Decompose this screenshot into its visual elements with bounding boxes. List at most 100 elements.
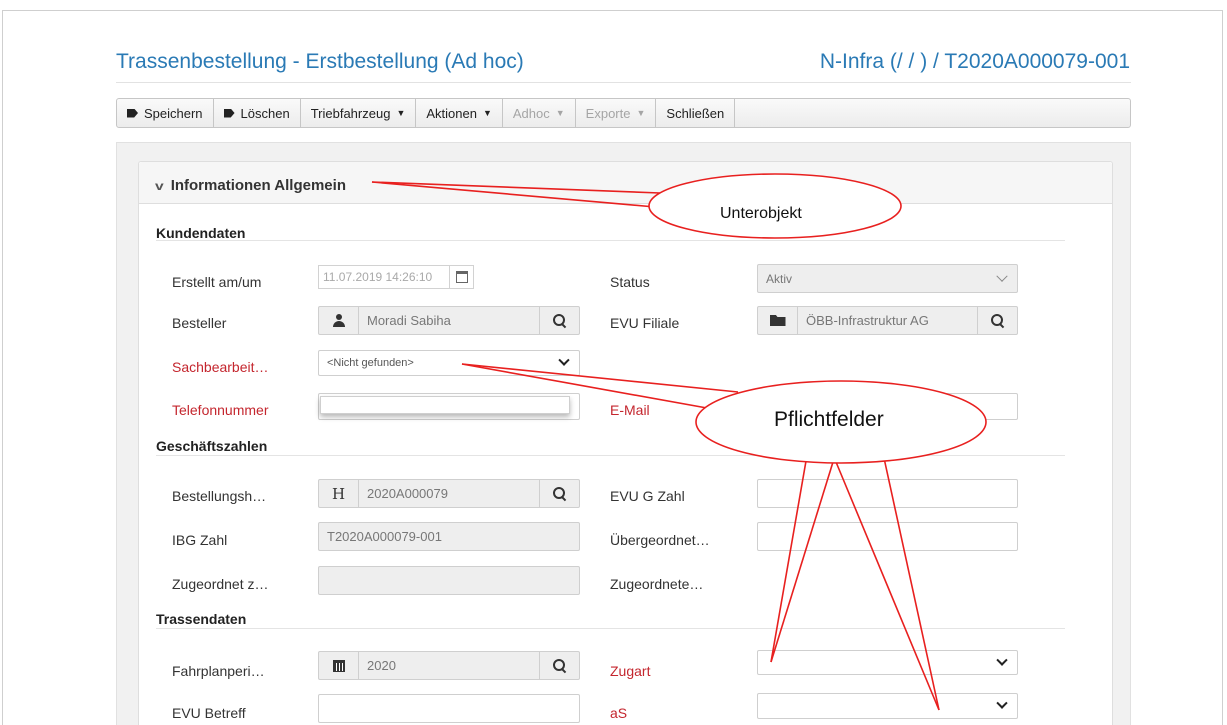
label-timetable-period: Fahrplanperi… bbox=[172, 663, 265, 679]
delete-button[interactable]: Löschen bbox=[214, 99, 301, 127]
label-evu-subject: EVU Betreff bbox=[172, 705, 246, 721]
locomotive-menu-label: Triebfahrzeug bbox=[310, 105, 391, 121]
folder-icon bbox=[769, 315, 786, 326]
subobject-callout-text: Unterobjekt bbox=[720, 205, 802, 222]
save-button[interactable]: Speichern bbox=[117, 99, 214, 127]
group-title-path: Trassendaten bbox=[156, 611, 247, 627]
group-divider bbox=[156, 455, 1065, 456]
status-select[interactable]: Aktiv bbox=[757, 264, 1018, 293]
caret-down-icon: ▼ bbox=[636, 108, 646, 118]
orderer-value: Moradi Sabiha bbox=[367, 313, 451, 328]
person-addon bbox=[319, 307, 359, 334]
as-select[interactable] bbox=[757, 693, 1018, 719]
exports-menu-label: Exporte bbox=[585, 105, 631, 121]
order-number-value: 2020A000079 bbox=[367, 486, 448, 501]
section-toggle[interactable]: v Informationen Allgemein bbox=[154, 177, 346, 194]
title-divider bbox=[116, 82, 1131, 83]
status-value: Aktiv bbox=[766, 271, 793, 286]
order-prefix-addon: H bbox=[319, 480, 359, 507]
dropdown-toggle bbox=[987, 651, 1017, 674]
required-fields-callout-text: Pflichtfelder bbox=[774, 408, 884, 431]
evu-g-number-input[interactable] bbox=[757, 479, 1018, 508]
locomotive-menu[interactable]: Triebfahrzeug ▼ bbox=[301, 99, 417, 127]
actions-menu[interactable]: Aktionen ▼ bbox=[416, 99, 503, 127]
group-divider bbox=[156, 240, 1065, 241]
dropdown-toggle bbox=[987, 265, 1017, 292]
label-assigned-to: Zugeordnet z… bbox=[172, 576, 269, 592]
assigned-to-field bbox=[318, 566, 580, 595]
dropdown-toggle bbox=[987, 694, 1017, 718]
train-type-select[interactable] bbox=[757, 650, 1018, 675]
adhoc-menu[interactable]: Adhoc ▼ bbox=[503, 99, 576, 127]
general-info-panel bbox=[138, 161, 1113, 725]
created-date-value: 11.07.2019 14:26:10 bbox=[323, 270, 433, 284]
chevron-down-icon bbox=[996, 270, 1008, 282]
calendar-icon bbox=[455, 271, 468, 283]
label-as: aS bbox=[610, 705, 628, 721]
timetable-period-field[interactable]: 2020 bbox=[318, 651, 580, 680]
chevron-down-icon: v bbox=[154, 178, 164, 193]
evu-branch-field[interactable]: ÖBB-Infrastruktur AG bbox=[757, 306, 1018, 335]
dropdown-toggle bbox=[549, 351, 579, 375]
delete-button-label: Löschen bbox=[240, 105, 290, 121]
chevron-down-icon bbox=[558, 354, 570, 366]
search-icon bbox=[553, 487, 566, 500]
exports-menu[interactable]: Exporte ▼ bbox=[576, 99, 657, 127]
clerk-select[interactable]: <Nicht gefunden> bbox=[318, 350, 580, 376]
evu-branch-search-button[interactable] bbox=[977, 307, 1017, 334]
tag-icon bbox=[127, 108, 138, 118]
search-icon bbox=[553, 659, 566, 672]
timetable-period-search-button[interactable] bbox=[539, 652, 579, 679]
ibg-number-field: T2020A000079-001 bbox=[318, 522, 580, 551]
caret-down-icon: ▼ bbox=[555, 108, 565, 118]
label-evu-branch: EVU Filiale bbox=[610, 315, 680, 331]
label-order-number: Bestellungsh… bbox=[172, 488, 267, 504]
label-parent: Übergeordnet… bbox=[610, 532, 710, 548]
label-orderer: Besteller bbox=[172, 315, 227, 331]
order-reference: N-Infra (/ / ) / T2020A000079-001 bbox=[819, 50, 1130, 73]
group-divider bbox=[156, 628, 1065, 629]
caret-down-icon: ▼ bbox=[482, 108, 492, 118]
label-status: Status bbox=[610, 274, 650, 290]
calendar-addon bbox=[319, 652, 359, 679]
label-created: Erstellt am/um bbox=[172, 274, 262, 290]
order-prefix: H bbox=[331, 484, 346, 503]
clerk-value: <Nicht gefunden> bbox=[327, 357, 414, 369]
section-title: Informationen Allgemein bbox=[170, 177, 346, 194]
group-title-business: Geschäftszahlen bbox=[156, 438, 268, 454]
label-email: E-Mail bbox=[610, 402, 650, 418]
group-title-customer: Kundendaten bbox=[156, 225, 246, 241]
chevron-down-icon bbox=[996, 654, 1008, 666]
clerk-dropdown-list[interactable] bbox=[320, 396, 570, 414]
search-icon bbox=[991, 314, 1004, 327]
page-title: Trassenbestellung - Erstbestellung (Ad h… bbox=[116, 50, 524, 73]
close-button[interactable]: Schließen bbox=[656, 99, 736, 127]
close-button-label: Schließen bbox=[666, 105, 725, 121]
label-assigned: Zugeordnete… bbox=[610, 576, 704, 592]
label-ibg-number: IBG Zahl bbox=[172, 532, 228, 548]
calendar-icon bbox=[332, 659, 345, 672]
folder-addon bbox=[758, 307, 798, 334]
label-clerk: Sachbearbeit… bbox=[172, 359, 269, 375]
order-number-field[interactable]: H 2020A000079 bbox=[318, 479, 580, 508]
timetable-period-value: 2020 bbox=[367, 658, 396, 673]
orderer-field[interactable]: Moradi Sabiha bbox=[318, 306, 580, 335]
orderer-search-button[interactable] bbox=[539, 307, 579, 334]
adhoc-menu-label: Adhoc bbox=[512, 105, 550, 121]
actions-menu-label: Aktionen bbox=[426, 105, 477, 121]
search-icon bbox=[553, 314, 566, 327]
ibg-number-value: T2020A000079-001 bbox=[327, 529, 442, 544]
parent-input[interactable] bbox=[757, 522, 1018, 551]
label-train-type: Zugart bbox=[610, 663, 651, 679]
chevron-down-icon bbox=[996, 697, 1008, 709]
label-phone: Telefonnummer bbox=[172, 402, 269, 418]
user-icon bbox=[332, 314, 345, 327]
order-number-search-button[interactable] bbox=[539, 480, 579, 507]
toolbar: Speichern Löschen Triebfahrzeug ▼ Aktion… bbox=[116, 98, 1131, 128]
label-evu-g-number: EVU G Zahl bbox=[610, 488, 685, 504]
save-button-label: Speichern bbox=[144, 105, 203, 121]
caret-down-icon: ▼ bbox=[396, 108, 406, 118]
created-date-field: 11.07.2019 14:26:10 bbox=[318, 265, 474, 289]
evu-branch-value: ÖBB-Infrastruktur AG bbox=[806, 313, 929, 328]
evu-subject-input[interactable] bbox=[318, 694, 580, 723]
